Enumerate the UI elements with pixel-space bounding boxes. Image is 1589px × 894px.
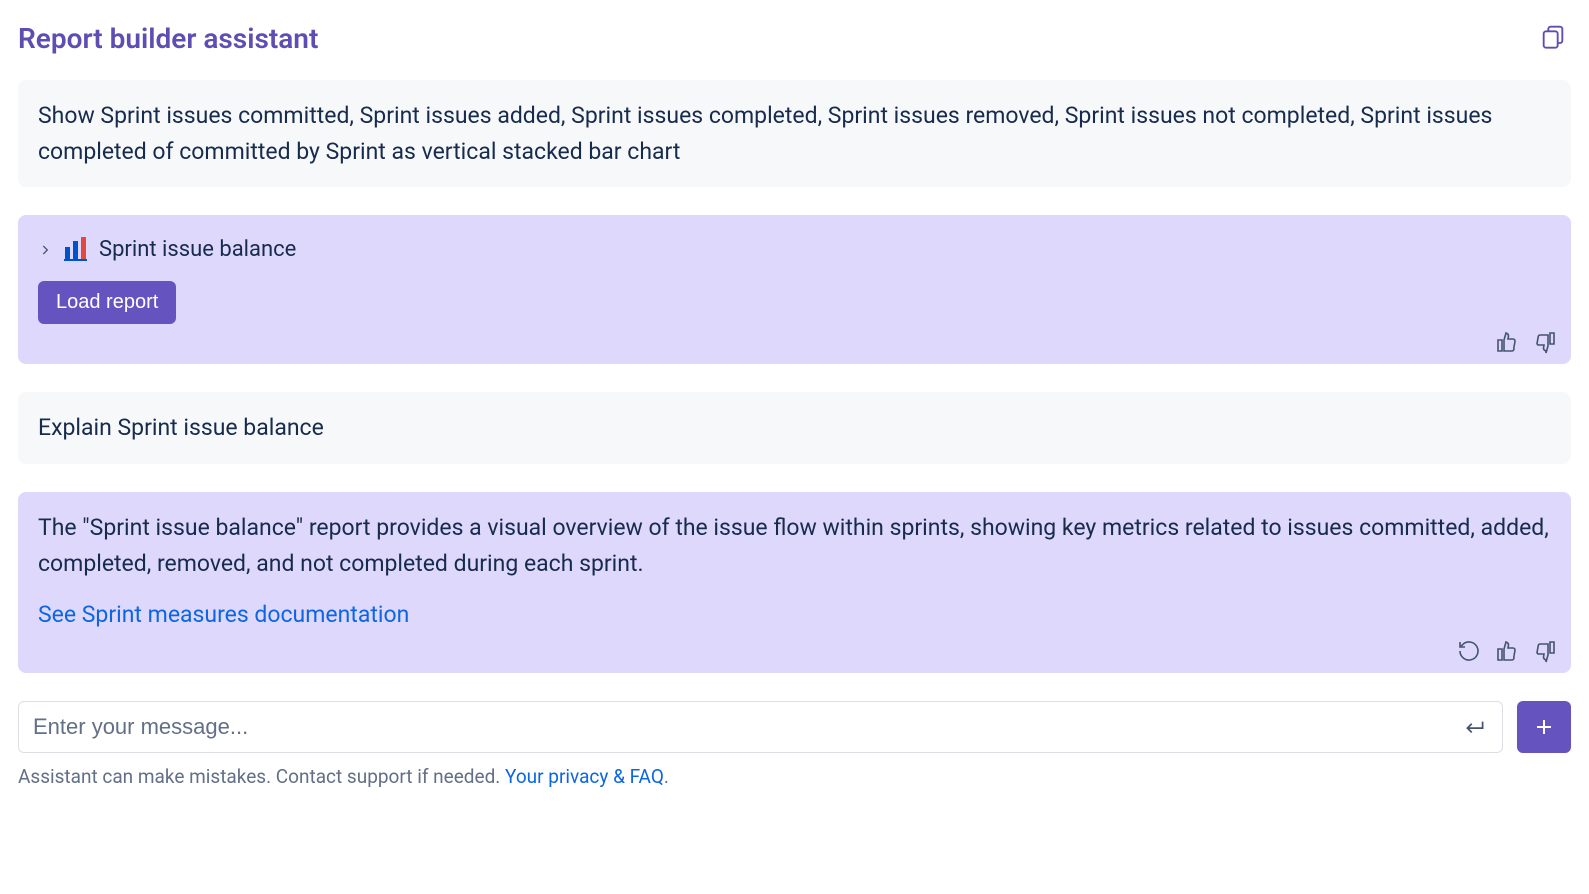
privacy-faq-link[interactable]: Your privacy & FAQ (505, 765, 664, 788)
thumbs-down-icon[interactable] (1533, 330, 1557, 354)
clipboard-icon[interactable] (1535, 18, 1571, 58)
thumbs-down-icon[interactable] (1533, 639, 1557, 663)
send-button[interactable] (1517, 701, 1571, 753)
assistant-message: Sprint issue balance Load report (18, 215, 1571, 364)
assistant-text: The "Sprint issue balance" report provid… (38, 510, 1551, 581)
footer-suffix: . (664, 765, 669, 788)
documentation-link[interactable]: See Sprint measures documentation (38, 597, 409, 633)
user-message: Explain Sprint issue balance (18, 392, 1571, 464)
retry-icon[interactable] (1457, 639, 1481, 663)
chevron-right-icon[interactable] (38, 243, 52, 257)
report-title: Sprint issue balance (99, 233, 296, 267)
message-input[interactable] (33, 702, 1462, 752)
load-report-button[interactable]: Load report (38, 281, 176, 324)
thumbs-up-icon[interactable] (1495, 330, 1519, 354)
user-message: Show Sprint issues committed, Sprint iss… (18, 80, 1571, 187)
message-input-container[interactable] (18, 701, 1503, 753)
assistant-message: The "Sprint issue balance" report provid… (18, 492, 1571, 673)
bar-chart-icon (64, 239, 87, 261)
footer-text: Assistant can make mistakes. Contact sup… (18, 765, 505, 788)
page-title: Report builder assistant (18, 22, 318, 55)
footer-note: Assistant can make mistakes. Contact sup… (18, 765, 1571, 788)
enter-icon (1462, 714, 1488, 740)
thumbs-up-icon[interactable] (1495, 639, 1519, 663)
